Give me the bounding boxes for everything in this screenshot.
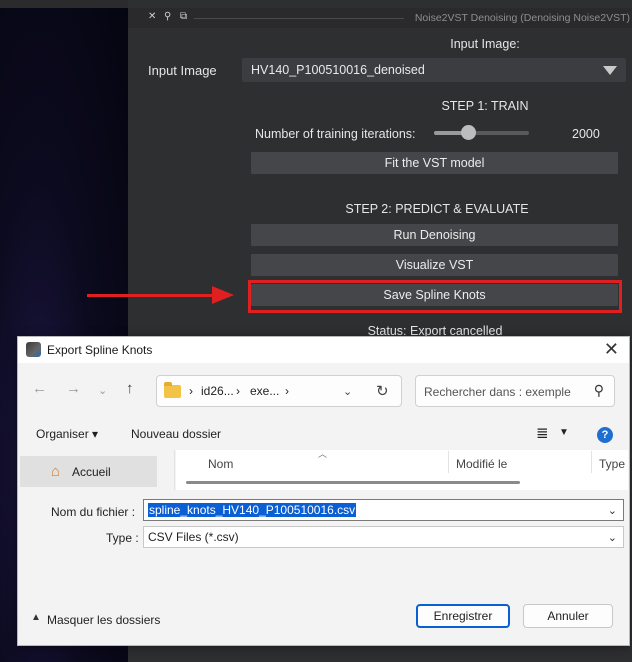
sort-ascending-icon: ︿ — [318, 449, 328, 459]
new-folder-button[interactable]: Nouveau dossier — [131, 427, 221, 441]
chevron-down-icon[interactable]: ⌄ — [608, 531, 617, 544]
dialog-title: Export Spline Knots — [47, 343, 153, 357]
pane-divider[interactable] — [174, 450, 175, 490]
float-icon[interactable]: ⧉ — [180, 11, 187, 22]
nav-item-home-label: Accueil — [72, 465, 111, 479]
address-bar[interactable]: › id26... › exe... › ⌄ ↻ — [156, 375, 402, 407]
dialog-titlebar: Export Spline Knots ✕ — [18, 337, 629, 363]
home-icon: ⌂ — [51, 463, 61, 480]
iterations-label: Number of training iterations: — [255, 127, 416, 141]
visualize-vst-button[interactable]: Visualize VST — [251, 254, 618, 276]
export-dialog: Export Spline Knots ✕ ← → ⌄ ↑ › id26... … — [17, 336, 630, 646]
horizontal-scrollbar[interactable] — [186, 481, 520, 484]
folder-icon — [164, 382, 181, 398]
input-image-select[interactable]: HV140_P100510016_denoised — [242, 58, 626, 82]
chevron-down-icon[interactable]: ⌄ — [98, 384, 107, 397]
plugin-title: Noise2VST Denoising (Denoising Noise2VST… — [414, 12, 630, 24]
search-placeholder: Rechercher dans : exemple — [424, 385, 571, 399]
plugin-titlebar: ✕ ⚲ ⧉ Noise2VST Denoising (Denoising Noi… — [128, 8, 632, 28]
red-arrow-line — [87, 294, 217, 297]
iterations-value: 2000 — [572, 127, 600, 141]
column-divider[interactable] — [591, 451, 592, 473]
chevron-down-icon — [603, 66, 617, 75]
chevron-down-icon[interactable]: ▼ — [559, 427, 569, 438]
iterations-slider-thumb[interactable] — [461, 125, 476, 140]
highlight-box — [248, 280, 622, 313]
column-header-name[interactable]: Nom — [208, 457, 233, 471]
input-image-value: HV140_P100510016_denoised — [251, 63, 425, 77]
type-label: Type : — [106, 531, 139, 545]
red-arrow-head — [212, 286, 234, 304]
chevron-right-icon: › — [189, 384, 193, 398]
column-header-type[interactable]: Type — [599, 457, 625, 471]
cancel-button[interactable]: Annuler — [523, 604, 613, 628]
step2-title: STEP 2: PREDICT & EVALUATE — [345, 202, 529, 216]
back-arrow-icon[interactable]: ← — [32, 380, 47, 397]
filename-input[interactable]: spline_knots_HV140_P100510016.csv ⌄ — [143, 499, 624, 521]
up-arrow-icon[interactable]: ↑ — [126, 380, 134, 397]
chevron-right-icon[interactable]: › — [236, 384, 240, 398]
filename-label: Nom du fichier : — [51, 505, 136, 519]
chevron-up-icon[interactable]: ▲ — [31, 612, 41, 623]
search-icon[interactable]: ⚲ — [594, 382, 604, 399]
forward-arrow-icon[interactable]: → — [66, 380, 81, 397]
file-type-value: CSV Files (*.csv) — [148, 530, 239, 544]
app-icon — [26, 342, 41, 357]
close-icon[interactable]: ✕ — [148, 11, 156, 22]
background-top-strip — [0, 0, 128, 8]
breadcrumb-item[interactable]: id26... — [201, 384, 234, 398]
input-image-label: Input Image — [148, 63, 217, 78]
input-image-header: Input Image: — [450, 37, 520, 51]
chevron-down-icon[interactable]: ⌄ — [608, 504, 617, 517]
chevron-right-icon[interactable]: › — [285, 384, 289, 398]
chevron-down-icon[interactable]: ⌄ — [343, 385, 352, 398]
filename-value: spline_knots_HV140_P100510016.csv — [148, 503, 357, 517]
file-list — [176, 450, 628, 490]
search-input[interactable]: Rechercher dans : exemple ⚲ — [415, 375, 615, 407]
hide-folders-toggle[interactable]: Masquer les dossiers — [47, 613, 160, 627]
fit-vst-button[interactable]: Fit the VST model — [251, 152, 618, 174]
pin-icon[interactable]: ⚲ — [164, 11, 171, 22]
organize-label: Organiser — [36, 427, 89, 441]
breadcrumb-item[interactable]: exe... — [250, 384, 279, 398]
organize-menu[interactable]: Organiser ▾ — [36, 427, 98, 441]
run-denoising-button[interactable]: Run Denoising — [251, 224, 618, 246]
iterations-slider-fill — [434, 131, 462, 135]
refresh-icon[interactable]: ↻ — [376, 382, 389, 400]
close-icon[interactable]: ✕ — [604, 339, 619, 360]
titlebar-divider — [194, 18, 404, 19]
view-options-icon[interactable]: ≣ — [536, 424, 549, 442]
save-button[interactable]: Enregistrer — [416, 604, 510, 628]
column-header-modified[interactable]: Modifié le — [456, 457, 507, 471]
file-type-select[interactable]: CSV Files (*.csv) ⌄ — [143, 526, 624, 548]
step1-title: STEP 1: TRAIN — [441, 99, 529, 113]
help-icon[interactable]: ? — [597, 427, 613, 443]
column-divider[interactable] — [448, 451, 449, 473]
